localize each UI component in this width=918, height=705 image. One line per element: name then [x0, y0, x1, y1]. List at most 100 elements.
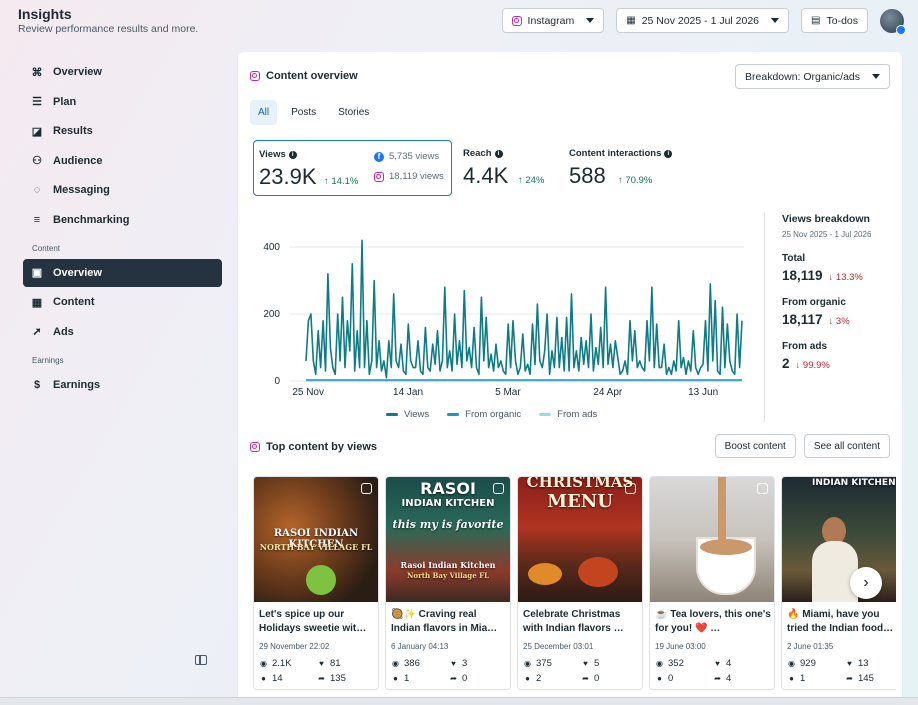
breakdown-title: Views breakdown [782, 213, 870, 225]
section-title: Top content by views [266, 441, 378, 453]
sidebar-item-overview[interactable]: ⌘ Overview [23, 58, 222, 86]
sidebar-item-earnings[interactable]: $ Earnings [23, 371, 222, 399]
comments-count: 14 [272, 673, 283, 684]
boost-content-button[interactable]: Boost content [714, 434, 796, 458]
platform-dropdown[interactable]: Instagram [501, 8, 605, 33]
views-metric-card[interactable]: Views i 23.9K ↑ 14.1% f 5,735 views 18,1… [253, 140, 452, 196]
metric-label-text: Views [259, 149, 286, 160]
tab-stories[interactable]: Stories [330, 100, 377, 125]
post-thumbnail [650, 477, 774, 602]
sidebar-item-messaging[interactable]: ◌ Messaging [23, 176, 222, 204]
shares-count: 0 [594, 673, 600, 684]
tea-shape [700, 539, 752, 555]
sidebar-item-audience[interactable]: ⚇ Audience [23, 147, 222, 175]
chart-legend: Views From organic From ads [386, 409, 597, 420]
sidebar-item-ads[interactable]: ➚ Ads [23, 318, 222, 346]
legend-ads[interactable]: From ads [539, 409, 597, 420]
tab-all[interactable]: All [250, 100, 278, 125]
interactions-metric-card[interactable]: Content interactions i 588 ↑ 70.9% [564, 140, 694, 196]
section-title: Content overview [266, 70, 358, 82]
heart-icon: ♥ [451, 659, 456, 668]
sidebar-item-content[interactable]: ▦ Content [23, 288, 222, 316]
legend-label: From organic [465, 409, 522, 420]
tab-posts[interactable]: Posts [283, 100, 324, 125]
sidebar-item-plan[interactable]: ☰ Plan [23, 88, 222, 116]
divider [764, 212, 765, 422]
thumb-restaurant-name: Rasoi Indian Kitchen [400, 560, 496, 570]
reach-value: 4.4K [463, 163, 509, 188]
eye-icon: ◉ [524, 659, 531, 668]
todos-button[interactable]: ▤ To-dos [801, 8, 868, 33]
legend-swatch-ads [539, 413, 552, 416]
heart-icon: ♥ [847, 659, 852, 668]
reach-metric-card[interactable]: Reach i 4.4K ↑ 24% [458, 140, 558, 196]
sidebar-item-content-overview[interactable]: ▣ Overview [23, 258, 222, 287]
collapse-sidebar-icon[interactable] [195, 655, 207, 665]
legend-organic[interactable]: From organic [447, 409, 521, 420]
content-icon: ▦ [31, 296, 43, 309]
reel-icon [361, 483, 372, 494]
post-card[interactable]: RASOI INDIAN KITCHEN NORTH BAY VILLAGE F… [253, 476, 379, 690]
post-thumbnail: CHRISTMAS MENU [518, 477, 642, 602]
interactions-value: 588 [569, 163, 606, 188]
thumb-title: CHRISTMAS [526, 477, 634, 491]
lime-shape [306, 565, 336, 595]
likes-stat: ♥ 81 [317, 658, 371, 669]
thumb-subtitle: MENU [547, 491, 613, 512]
reel-icon [625, 483, 636, 494]
sidebar-item-label: Messaging [53, 184, 110, 196]
thumb-overlay-text: this my is favorite [392, 518, 504, 531]
likes-count: 4 [726, 658, 732, 669]
content-overview-card: Content overview Breakdown: Organic/ads … [238, 52, 902, 705]
sidebar-item-benchmarking[interactable]: ≡ Benchmarking [23, 206, 222, 234]
share-icon: ➦ [582, 674, 589, 683]
breakdown-dropdown[interactable]: Breakdown: Organic/ads [735, 64, 890, 89]
results-icon: ◪ [31, 125, 43, 138]
views-label: Views i [259, 149, 297, 160]
comments-stat: ● 1 [391, 673, 449, 684]
earnings-section-heading: Earnings [32, 355, 64, 365]
shares-count: 0 [462, 673, 468, 684]
shares-count: 145 [858, 673, 874, 684]
next-arrow-button[interactable]: › [850, 567, 882, 599]
person-body-shape [812, 541, 858, 602]
overview-icon: ⌘ [31, 66, 43, 79]
sidebar-item-label: Benchmarking [53, 213, 130, 226]
organic-label: From organic [782, 297, 846, 308]
date-range-dropdown[interactable]: ▦ 25 Nov 2025 - 1 Jul 2026 [616, 8, 790, 33]
page-subtitle: Review performance results and more. [18, 23, 199, 35]
ads-label: From ads [782, 341, 828, 352]
metric-label-text: Reach [463, 148, 492, 159]
likes-count: 81 [330, 658, 341, 669]
post-card[interactable]: CHRISTMAS MENU Celebrate Christmas with … [517, 476, 643, 690]
total-row: 18,119 ↓ 13.3% [782, 268, 892, 283]
post-card[interactable]: RASOI INDIAN KITCHEN this my is favorite… [385, 476, 511, 690]
series-line-views [305, 239, 743, 379]
y-tick-label: 400 [263, 242, 280, 253]
sidebar-item-results[interactable]: ◪ Results [23, 117, 222, 145]
breakdown-label: Breakdown: Organic/ads [745, 70, 860, 83]
eye-icon: ◉ [260, 659, 267, 668]
post-card[interactable]: ☕ Tea lovers, this one's for you! ❤️ … 1… [649, 476, 775, 690]
thumb-title: INDIAN KITCHEN [812, 478, 896, 488]
eye-icon: ◉ [656, 659, 663, 668]
legend-swatch-views [386, 413, 398, 416]
legend-views[interactable]: Views [386, 409, 429, 420]
thumb-subtitle: NORTH BAY VILLAGE FL [259, 542, 373, 552]
see-all-content-button[interactable]: See all content [803, 434, 890, 458]
chevron-down-icon [586, 18, 595, 23]
info-icon[interactable]: i [288, 150, 297, 159]
legend-label: From ads [557, 409, 598, 420]
facebook-icon: f [374, 151, 384, 162]
info-icon[interactable]: i [494, 149, 503, 158]
info-icon[interactable]: i [664, 149, 673, 158]
chevron-down-icon [771, 18, 780, 23]
avatar[interactable] [880, 8, 906, 35]
post-caption: Celebrate Christmas with Indian flavors … [523, 609, 624, 634]
post-date: 25 December 03:01 [523, 642, 594, 651]
content-overview-heading: Content overview [250, 70, 358, 82]
share-icon: ➦ [846, 674, 853, 683]
sidebar-item-label: Results [53, 125, 93, 137]
x-tick-label: 5 Mar [495, 387, 521, 398]
likes-count: 13 [858, 658, 869, 669]
